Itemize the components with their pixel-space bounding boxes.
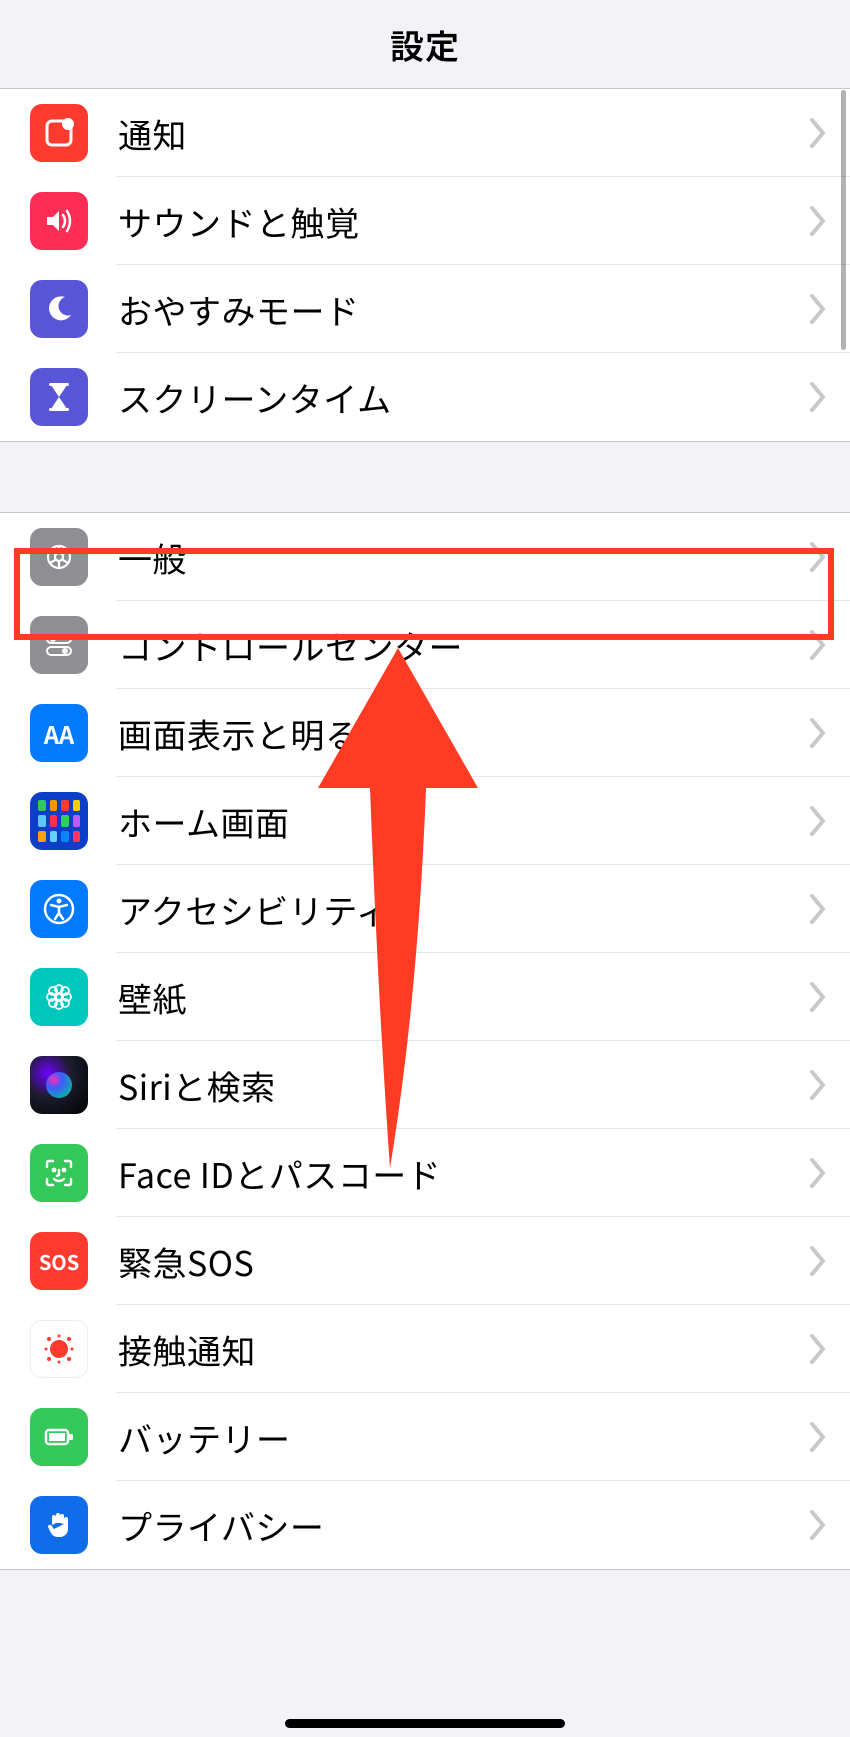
row-display[interactable]: AA 画面表示と明るさ [0, 689, 850, 777]
row-battery[interactable]: バッテリー [0, 1393, 850, 1481]
chevron-right-icon [808, 1156, 828, 1190]
row-dnd[interactable]: おやすみモード [0, 265, 850, 353]
chevron-right-icon [808, 380, 828, 414]
row-label: バッテリー [118, 1413, 291, 1462]
chevron-right-icon [808, 716, 828, 750]
row-label: サウンドと触覚 [118, 197, 360, 246]
navigation-bar: 設定 [0, 0, 850, 88]
row-label: アクセシビリティ [118, 885, 390, 934]
hourglass-icon [30, 368, 88, 426]
row-label: 接触通知 [118, 1325, 256, 1374]
hand-icon [30, 1496, 88, 1554]
row-screentime[interactable]: スクリーンタイム [0, 353, 850, 441]
row-label: プライバシー [118, 1501, 324, 1550]
row-exposure[interactable]: 接触通知 [0, 1305, 850, 1393]
row-label: Face IDとパスコード [118, 1149, 441, 1198]
page-title: 設定 [390, 20, 460, 69]
row-sos[interactable]: SOS 緊急SOS [0, 1217, 850, 1305]
chevron-right-icon [808, 1332, 828, 1366]
face-id-icon [30, 1144, 88, 1202]
siri-icon [30, 1056, 88, 1114]
settings-list: 通知 サウンドと触覚 おやすみモード [0, 88, 850, 1570]
chevron-right-icon [808, 540, 828, 574]
home-indicator[interactable] [285, 1719, 565, 1728]
settings-section-0: 通知 サウンドと触覚 おやすみモード [0, 88, 850, 442]
row-privacy[interactable]: プライバシー [0, 1481, 850, 1569]
exposure-icon [30, 1320, 88, 1378]
settings-section-1: 一般 コントロールセンター AA 画面表示と明るさ [0, 512, 850, 1570]
row-controlcenter[interactable]: コントロールセンター [0, 601, 850, 689]
row-label: コントロールセンター [118, 621, 463, 670]
row-homescreen[interactable]: ホーム画面 [0, 777, 850, 865]
section-gap [0, 442, 850, 512]
row-label: 一般 [118, 533, 187, 582]
moon-icon [30, 280, 88, 338]
chevron-right-icon [808, 980, 828, 1014]
accessibility-icon [30, 880, 88, 938]
row-label: スクリーンタイム [118, 373, 392, 422]
battery-icon [30, 1408, 88, 1466]
row-label: Siriと検索 [118, 1061, 276, 1110]
row-notifications[interactable]: 通知 [0, 89, 850, 177]
scrollbar[interactable] [841, 90, 846, 350]
row-sounds[interactable]: サウンドと触覚 [0, 177, 850, 265]
text-size-icon: AA [30, 704, 88, 762]
row-siri[interactable]: Siriと検索 [0, 1041, 850, 1129]
notifications-icon [30, 104, 88, 162]
chevron-right-icon [808, 116, 828, 150]
chevron-right-icon [808, 892, 828, 926]
chevron-right-icon [808, 1420, 828, 1454]
row-faceid[interactable]: Face IDとパスコード [0, 1129, 850, 1217]
row-wallpaper[interactable]: 壁紙 [0, 953, 850, 1041]
row-label: ホーム画面 [118, 797, 289, 846]
row-label: おやすみモード [118, 285, 360, 334]
sos-icon: SOS [30, 1232, 88, 1290]
chevron-right-icon [808, 1508, 828, 1542]
chevron-right-icon [808, 204, 828, 238]
flower-icon [30, 968, 88, 1026]
chevron-right-icon [808, 628, 828, 662]
row-general[interactable]: 一般 [0, 513, 850, 601]
chevron-right-icon [808, 1068, 828, 1102]
chevron-right-icon [808, 1244, 828, 1278]
row-label: 通知 [118, 109, 187, 158]
gear-icon [30, 528, 88, 586]
chevron-right-icon [808, 804, 828, 838]
row-label: 壁紙 [118, 973, 187, 1022]
row-label: 緊急SOS [118, 1237, 254, 1286]
row-accessibility[interactable]: アクセシビリティ [0, 865, 850, 953]
chevron-right-icon [808, 292, 828, 326]
sound-icon [30, 192, 88, 250]
row-label: 画面表示と明るさ [118, 709, 394, 758]
switches-icon [30, 616, 88, 674]
home-grid-icon [30, 792, 88, 850]
